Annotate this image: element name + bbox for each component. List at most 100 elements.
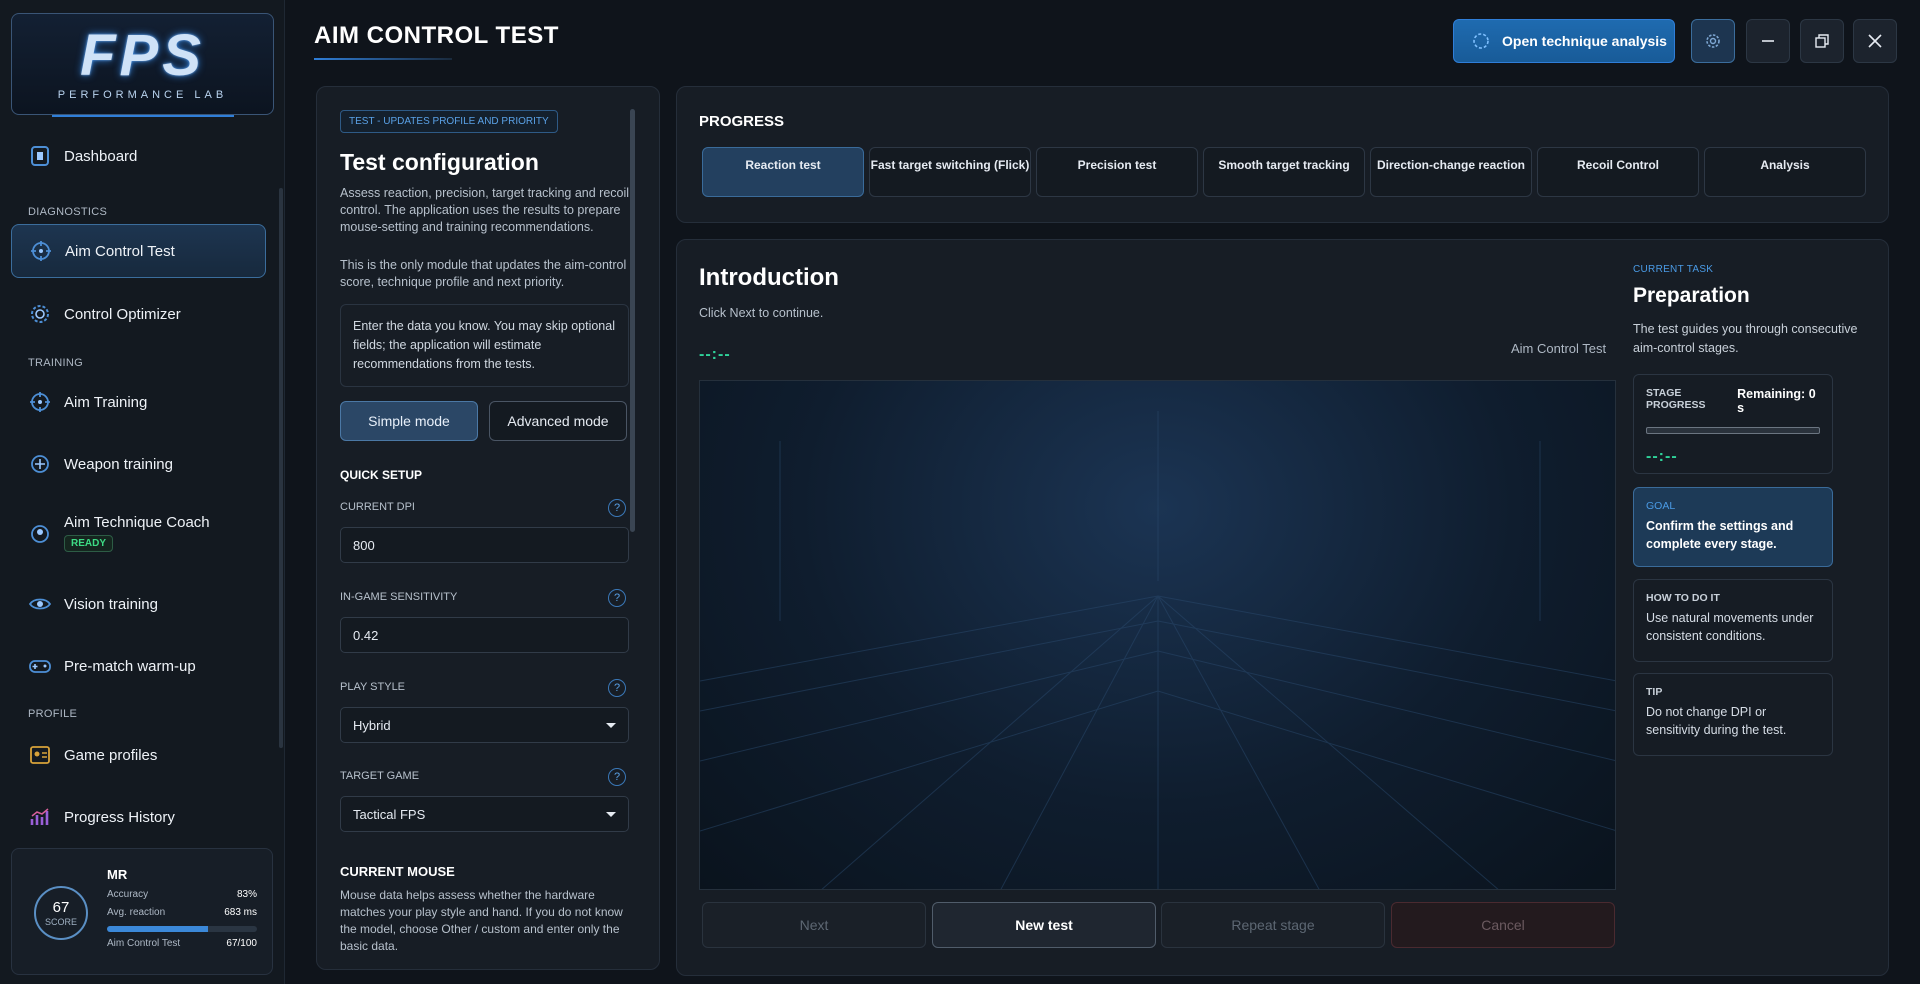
advanced-mode-button[interactable]: Advanced mode [489, 401, 627, 441]
config-info-box: Enter the data you know. You may skip op… [340, 304, 629, 387]
dpi-label: CURRENT DPI [340, 501, 415, 513]
sidebar-item-progress-history[interactable]: Progress History [11, 790, 266, 844]
sidebar-item-aim-training[interactable]: Aim Training [11, 375, 266, 429]
goal-card: GOAL Confirm the settings and complete e… [1633, 487, 1833, 567]
repeat-stage-button[interactable]: Repeat stage [1161, 902, 1385, 948]
goal-label: GOAL [1646, 500, 1676, 512]
tab-precision-test[interactable]: Precision test [1036, 147, 1198, 197]
simple-mode-button[interactable]: Simple mode [340, 401, 478, 441]
sidebar-item-label: Aim Control Test [65, 242, 175, 260]
current-mouse-heading: CURRENT MOUSE [340, 864, 455, 879]
close-button[interactable] [1853, 19, 1897, 63]
minimize-button[interactable] [1746, 19, 1790, 63]
sensitivity-field[interactable]: 0.42 [340, 617, 629, 653]
dpi-value: 800 [353, 537, 375, 553]
reaction-row: Avg. reaction 683 ms [107, 907, 257, 918]
eye-icon [28, 592, 52, 616]
play-style-select[interactable]: Hybrid [340, 707, 629, 743]
crosshair-icon [28, 390, 52, 414]
user-initials: MR [107, 867, 128, 882]
restore-icon [1814, 33, 1830, 49]
sidebar-item-weapon-training[interactable]: Weapon training [11, 437, 266, 491]
gear-icon [1704, 32, 1722, 50]
cancel-button[interactable]: Cancel [1391, 902, 1615, 948]
open-technique-analysis-button[interactable]: Open technique analysis [1453, 19, 1675, 63]
profile-card-icon [28, 743, 52, 767]
sidebar-item-vision-training[interactable]: Vision training [11, 577, 266, 631]
score-value: 67 [52, 898, 70, 916]
target-game-label: TARGET GAME [340, 770, 420, 782]
sidebar-scrollbar[interactable] [279, 188, 283, 748]
analysis-icon [1472, 32, 1490, 50]
sidebar-item-label: Dashboard [64, 147, 138, 165]
sidebar-item-aim-technique-coach[interactable]: Aim Technique Coach READY [11, 500, 266, 570]
sidebar-item-control-optimizer[interactable]: Control Optimizer [11, 287, 266, 341]
test-stage-panel: Introduction Click Next to continue. --:… [676, 239, 1889, 976]
sidebar-item-pre-match-warm-up[interactable]: Pre-match warm-up [11, 639, 266, 693]
sidebar-item-label: Vision training [64, 595, 158, 613]
dpi-help-icon[interactable]: ? [608, 499, 626, 517]
new-test-button[interactable]: New test [932, 902, 1156, 948]
sidebar-item-label: Weapon training [64, 455, 173, 473]
restore-button[interactable] [1800, 19, 1844, 63]
tip-card: TIP Do not change DPI or sensitivity dur… [1633, 673, 1833, 756]
tab-recoil-control[interactable]: Recoil Control [1537, 147, 1699, 197]
test-arena[interactable] [699, 380, 1616, 890]
target-game-value: Tactical FPS [353, 806, 426, 822]
sensitivity-help-icon[interactable]: ? [608, 589, 626, 607]
test-score-bar [107, 926, 257, 932]
target-gear-icon [28, 302, 52, 326]
tab-reaction-test[interactable]: Reaction test [702, 147, 864, 197]
sidebar-item-game-profiles[interactable]: Game profiles [11, 728, 266, 782]
sidebar-item-dashboard[interactable]: Dashboard [11, 129, 266, 183]
next-button[interactable]: Next [702, 902, 926, 948]
page-title: AIM CONTROL TEST [314, 22, 559, 49]
test-score-bar-fill [107, 926, 208, 932]
stage-progress-label: STAGE PROGRESS [1646, 387, 1706, 411]
target-game-select[interactable]: Tactical FPS [340, 796, 629, 832]
stage-timer: --:-- [699, 346, 731, 363]
config-scrollbar[interactable] [630, 109, 635, 532]
arena-grid-graphic [700, 411, 1615, 889]
stage-progress-header: STAGE PROGRESS Remaining: 0 s [1646, 387, 1820, 415]
dashboard-icon [28, 144, 52, 168]
tab-smooth-target-tracking[interactable]: Smooth target tracking [1203, 147, 1365, 197]
section-training: TRAINING [28, 357, 83, 369]
settings-button[interactable] [1691, 19, 1735, 63]
config-tag: TEST - UPDATES PROFILE AND PRIORITY [340, 110, 558, 133]
test-score-row: Aim Control Test 67/100 [107, 938, 257, 949]
logo-subtitle: PERFORMANCE LAB [57, 89, 228, 101]
stage-progress-bar [1646, 427, 1820, 434]
tab-fast-target-switching[interactable]: Fast target switching (Flick) [869, 147, 1031, 197]
config-title: Test configuration [340, 149, 539, 175]
user-summary-card[interactable]: 67 SCORE MR Accuracy 83% Avg. reaction 6… [11, 848, 273, 975]
goal-text: Confirm the settings and complete every … [1646, 519, 1794, 551]
arena-label: Aim Control Test [1511, 341, 1607, 356]
accuracy-label: Accuracy [107, 889, 149, 900]
task-description: The test guides you through consecutive … [1633, 322, 1858, 355]
remaining-time: Remaining: 0 s [1737, 387, 1816, 415]
sensitivity-value: 0.42 [353, 627, 379, 643]
status-badge: READY [64, 535, 114, 552]
config-note: This is the only module that updates the… [340, 258, 627, 289]
chevron-down-icon [606, 723, 616, 728]
sidebar-item-aim-control-test[interactable]: Aim Control Test [11, 224, 266, 278]
test-configuration-panel: TEST - UPDATES PROFILE AND PRIORITY Test… [316, 86, 660, 970]
analysis-button-label: Open technique analysis [1502, 33, 1667, 49]
progress-title: PROGRESS [699, 113, 785, 130]
task-title: Preparation [1633, 284, 1750, 307]
quick-setup-heading: QUICK SETUP [340, 468, 423, 482]
dpi-field[interactable]: 800 [340, 527, 629, 563]
play-style-help-icon[interactable]: ? [608, 679, 626, 697]
close-icon [1867, 33, 1883, 49]
weapon-icon [28, 452, 52, 476]
tab-direction-change-reaction[interactable]: Direction-change reaction [1370, 147, 1532, 197]
section-profile: PROFILE [28, 708, 78, 720]
tip-label: TIP [1646, 686, 1663, 698]
app-logo[interactable]: FPS PERFORMANCE LAB [11, 13, 274, 115]
test-score-value: 67/100 [226, 938, 257, 949]
target-game-help-icon[interactable]: ? [608, 768, 626, 786]
tab-analysis[interactable]: Analysis [1704, 147, 1866, 197]
score-label: SCORE [44, 916, 77, 927]
stage-progress-timer: --:-- [1646, 448, 1678, 465]
